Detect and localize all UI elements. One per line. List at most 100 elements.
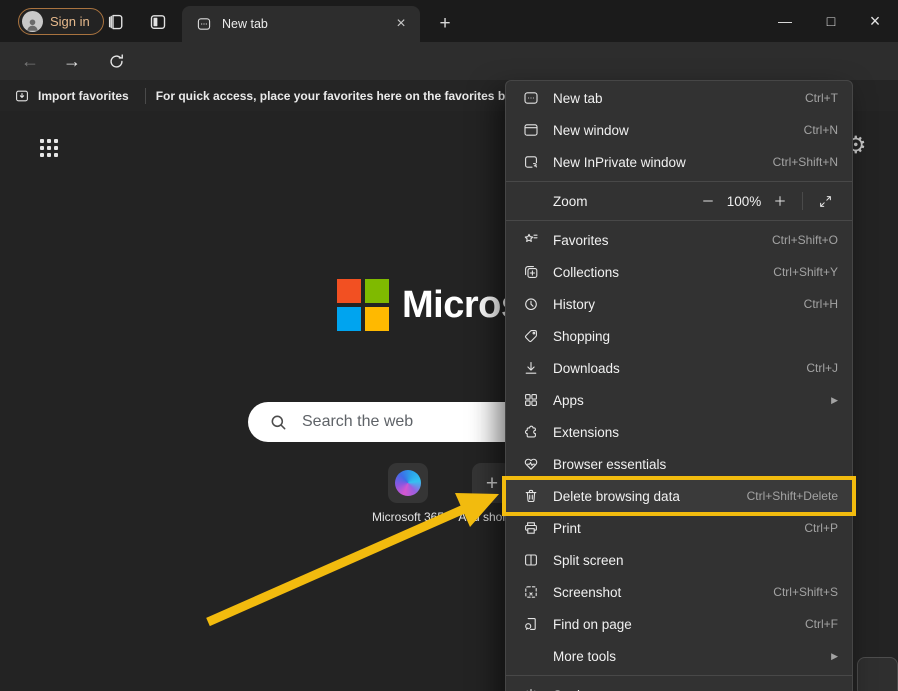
menu-item-new-window[interactable]: New window Ctrl+N [506,114,852,146]
search-icon [269,413,288,432]
refresh-button[interactable] [101,42,131,80]
menu-item-downloads[interactable]: Downloads Ctrl+J [506,352,852,384]
new-tab-button[interactable]: + [433,11,457,35]
apps-icon [522,392,540,408]
zoom-in-button[interactable] [767,194,793,208]
workspaces-icon[interactable] [104,10,128,34]
menu-item-browser-essentials[interactable]: Browser essentials [506,448,852,480]
new-tab-icon [522,90,540,106]
shopping-icon [522,328,540,344]
menu-item-label: Settings [553,688,838,691]
menu-item-extensions[interactable]: Extensions [506,416,852,448]
menu-item-label: Find on page [553,617,792,632]
navigation-toolbar: ← → Search or enter web address [0,42,898,80]
menu-item-label: Delete browsing data [553,489,734,504]
menu-item-shortcut: Ctrl+Shift+O [772,233,838,247]
favorites-bar-divider [145,88,146,104]
browser-window: Sign in New tab × + — □ × ← → Search or … [0,0,898,691]
menu-item-print[interactable]: PrintCtrl+P [506,512,852,544]
microsoft-logo-squares [337,279,389,331]
menu-item-label: Browser essentials [553,457,838,472]
menu-item-zoom[interactable]: Zoom100% [506,185,852,217]
menu-item-settings[interactable]: Settings [506,679,852,691]
menu-item-favorites[interactable]: Favorites Ctrl+Shift+O [506,224,852,256]
window-close-button[interactable]: × [852,0,898,42]
menu-item-apps[interactable]: Apps▶ [506,384,852,416]
menu-item-shortcut: Ctrl+F [805,617,838,631]
app-launcher-icon[interactable] [40,139,58,157]
menu-item-new-inprivate-window[interactable]: New InPrivate window Ctrl+Shift+N [506,146,852,178]
menu-item-label: Apps [553,393,818,408]
import-favorites-icon [14,88,30,104]
import-favorites-button[interactable]: Import favorites [0,88,141,104]
submenu-arrow-icon: ▶ [831,651,838,662]
menu-item-split-screen[interactable]: Split screen [506,544,852,576]
settings-and-more-menu: New tab Ctrl+T New window Ctrl+N New InPriva… [505,80,853,691]
menu-item-shopping[interactable]: Shopping [506,320,852,352]
menu-item-shortcut: Ctrl+T [805,91,838,105]
menu-item-label: Screenshot [553,585,760,600]
menu-item-history[interactable]: History Ctrl+H [506,288,852,320]
menu-item-label: Favorites [553,233,759,248]
tab-title: New tab [222,17,380,31]
favorites-bar-message: For quick access, place your favorites h… [156,89,519,103]
split-screen-icon [522,552,540,568]
window-minimize-button[interactable]: — [762,0,808,42]
menu-separator [506,181,852,182]
import-favorites-label: Import favorites [38,89,129,103]
menu-item-label: New window [553,123,791,138]
tab-actions-icon[interactable] [146,10,170,34]
menu-item-label: Collections [553,265,760,280]
sign-in-label: Sign in [50,14,90,29]
menu-item-label: Print [553,521,791,536]
collections-icon [522,264,540,280]
menu-item-new-tab[interactable]: New tab Ctrl+T [506,82,852,114]
menu-item-shortcut: Ctrl+Shift+N [773,155,838,169]
forward-button[interactable]: → [57,42,87,80]
menu-item-find-on-page[interactable]: Find on page Ctrl+F [506,608,852,640]
menu-item-label: Zoom [553,194,682,209]
zoom-out-button[interactable] [695,194,721,208]
menu-item-more-tools[interactable]: More tools ▶ [506,640,852,672]
menu-item-screenshot[interactable]: ScreenshotCtrl+Shift+S [506,576,852,608]
menu-item-label: Extensions [553,425,838,440]
menu-item-shortcut: Ctrl+Shift+Y [773,265,838,279]
window-maximize-button[interactable]: □ [808,0,854,42]
menu-item-label: History [553,297,791,312]
menu-item-label: New tab [553,91,792,106]
shortcut-microsoft-365[interactable]: Microsoft 365 [388,463,428,524]
menu-item-shortcut: Ctrl+H [804,297,838,311]
zoom-divider [802,192,803,210]
inprivate-icon [522,154,540,170]
trash-icon [522,488,540,504]
microsoft-365-icon [388,463,428,503]
title-bar: Sign in New tab × + — □ × [0,0,898,42]
print-icon [522,520,540,536]
fullscreen-button[interactable] [812,194,838,209]
find-icon [522,616,540,632]
bottom-right-widget[interactable] [857,657,898,691]
tab-close-icon[interactable]: × [390,13,412,35]
menu-separator [506,220,852,221]
menu-item-label: Split screen [553,553,838,568]
menu-item-collections[interactable]: Collections Ctrl+Shift+Y [506,256,852,288]
menu-item-delete-browsing-data[interactable]: Delete browsing dataCtrl+Shift+Delete [506,480,852,512]
sign-in-button[interactable]: Sign in [18,8,104,35]
menu-item-shortcut: Ctrl+J [806,361,838,375]
menu-separator [506,675,852,676]
screenshot-icon [522,584,540,600]
person-icon [25,17,40,32]
favorites-icon [522,232,540,248]
tab-new-tab[interactable]: New tab × [182,6,420,42]
browser-essentials-icon [522,456,540,472]
menu-item-label: More tools [553,649,818,664]
new-window-icon [522,122,540,138]
avatar [22,11,43,32]
menu-item-label: New InPrivate window [553,155,760,170]
menu-item-shortcut: Ctrl+N [804,123,838,137]
back-button[interactable]: ← [15,42,45,80]
shortcut-label: Microsoft 365 [372,510,444,524]
menu-item-label: Downloads [553,361,793,376]
shortcut-tiles: Microsoft 365+Add shortcut [388,463,512,524]
history-icon [522,296,540,312]
